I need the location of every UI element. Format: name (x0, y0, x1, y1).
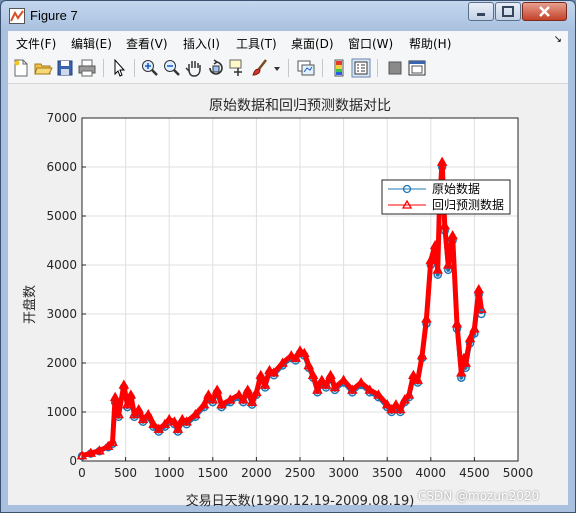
hide-plot-tools-icon[interactable] (385, 58, 405, 78)
watermark: CSDN @mozun2020 (418, 489, 540, 503)
menu-edit[interactable]: 编辑(E) (71, 35, 112, 52)
x-tick-label: 4000 (416, 466, 447, 480)
maximize-button[interactable] (495, 2, 521, 21)
x-tick-label: 3500 (372, 466, 403, 480)
pan-icon[interactable] (184, 58, 204, 78)
x-tick-label: 5000 (503, 466, 534, 480)
menu-view[interactable]: 查看(V) (126, 35, 168, 52)
close-icon (539, 6, 550, 17)
open-file-icon[interactable] (33, 58, 53, 78)
close-button[interactable] (522, 2, 567, 21)
show-plot-tools-icon[interactable] (407, 58, 427, 78)
maximize-icon (502, 6, 514, 17)
toolbar-separator (134, 59, 135, 77)
brush-icon[interactable] (250, 58, 270, 78)
matlab-figure-icon (9, 8, 25, 24)
legend-icon[interactable] (351, 58, 371, 78)
x-tick-label: 3000 (328, 466, 359, 480)
y-tick-label: 1000 (46, 405, 77, 419)
colorbar-icon[interactable] (329, 58, 349, 78)
y-tick-label: 0 (69, 454, 77, 468)
menu-bar: 文件(F) 编辑(E) 查看(V) 插入(I) 工具(T) 桌面(D) 窗口(W… (8, 31, 568, 53)
dock-arrow-icon[interactable]: ↘ (554, 34, 562, 45)
title-bar[interactable]: Figure 7 (1, 1, 575, 31)
figure-canvas: 原始数据和回归预测数据对比 开盘数 交易日天数(1990.12.19-2009.… (8, 84, 568, 509)
y-tick-label: 3000 (46, 307, 77, 321)
legend-label-0: 原始数据 (432, 181, 480, 196)
save-icon[interactable] (55, 58, 75, 78)
y-tick-label: 2000 (46, 356, 77, 370)
y-tick-label: 6000 (46, 160, 77, 174)
x-tick-label: 2500 (285, 466, 316, 480)
x-tick-label: 1500 (198, 466, 229, 480)
legend-label-1: 回归预测数据 (432, 197, 504, 212)
zoom-out-icon[interactable] (162, 58, 182, 78)
menu-insert[interactable]: 插入(I) (183, 35, 220, 52)
toolbar (8, 53, 568, 84)
menu-tools[interactable]: 工具(T) (236, 35, 277, 52)
x-tick-label: 4500 (459, 466, 490, 480)
y-tick-label: 7000 (46, 111, 77, 125)
toolbar-separator (377, 59, 378, 77)
data-cursor-icon[interactable] (228, 58, 248, 78)
window-title: Figure 7 (30, 8, 78, 23)
figure-window: Figure 7 文件(F) 编辑(E) 查看(V) 插入(I) 工具(T) 桌… (0, 0, 576, 513)
brush-dropdown-icon[interactable] (272, 58, 282, 78)
print-icon[interactable] (77, 58, 97, 78)
menu-help[interactable]: 帮助(H) (409, 35, 451, 52)
plot-axes[interactable]: 0 500 1000 1500 2000 2500 3000 3500 4000 4500 5000… (8, 84, 568, 505)
link-plot-icon[interactable] (296, 58, 316, 78)
x-tick-label: 0 (78, 466, 86, 480)
menu-file[interactable]: 文件(F) (16, 35, 56, 52)
x-tick-label: 1000 (154, 466, 185, 480)
minimize-icon (477, 13, 485, 16)
toolbar-separator (288, 59, 289, 77)
pointer-icon[interactable] (109, 58, 129, 78)
toolbar-separator (103, 59, 104, 77)
x-tick-label: 2000 (241, 466, 272, 480)
x-tick-label: 500 (114, 466, 137, 480)
rotate-3d-icon[interactable] (206, 58, 226, 78)
menu-desktop[interactable]: 桌面(D) (291, 35, 334, 52)
minimize-button[interactable] (468, 2, 494, 21)
new-figure-icon[interactable] (11, 58, 31, 78)
menu-window[interactable]: 窗口(W) (348, 35, 393, 52)
toolbar-separator (322, 59, 323, 77)
zoom-in-icon[interactable] (140, 58, 160, 78)
y-tick-label: 4000 (46, 258, 77, 272)
y-tick-label: 5000 (46, 209, 77, 223)
figure-client: 文件(F) 编辑(E) 查看(V) 插入(I) 工具(T) 桌面(D) 窗口(W… (8, 31, 568, 509)
